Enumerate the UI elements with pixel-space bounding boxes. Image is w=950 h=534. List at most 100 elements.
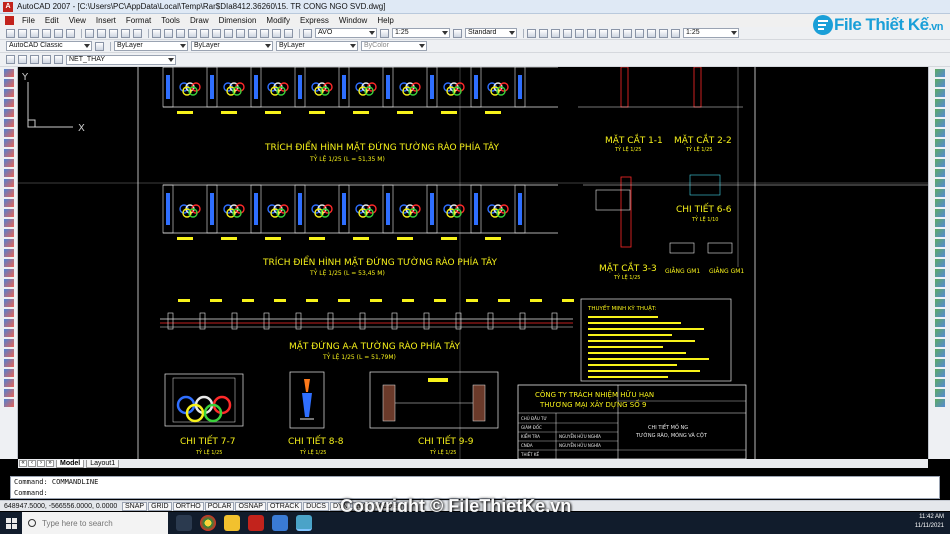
draw-tool-icon[interactable] [4,329,14,337]
next-tab-button[interactable]: › [37,460,45,467]
snap-toggle[interactable]: SNAP [122,501,148,511]
prev-tab-button[interactable]: ‹ [28,460,36,467]
modify-tool-icon[interactable] [935,269,945,277]
modify-tool-icon[interactable] [935,109,945,117]
menu-express[interactable]: Express [295,16,334,25]
modify-tool-icon[interactable] [935,279,945,287]
document-icon[interactable] [5,16,14,25]
draw-tool-icon[interactable] [4,209,14,217]
copy-icon[interactable] [97,28,106,38]
modify-tool-icon[interactable] [935,289,945,297]
workspace-select[interactable]: AutoCAD Classic [6,41,92,51]
draw-tool-icon[interactable] [4,109,14,117]
modify-tool-icon[interactable] [935,99,945,107]
color-select[interactable]: ByLayer [114,41,188,51]
diameter-dim-icon[interactable] [599,28,608,38]
draw-tool-icon[interactable] [4,289,14,297]
plot-icon[interactable] [42,28,51,38]
draw-tool-icon[interactable] [4,69,14,77]
polar-toggle[interactable]: POLAR [204,501,235,511]
modify-tool-icon[interactable] [935,149,945,157]
autocad-task-icon[interactable] [248,515,264,531]
annotation-scale-icon[interactable] [380,28,389,38]
menu-tools[interactable]: Tools [156,16,185,25]
draw-tool-icon[interactable] [4,339,14,347]
draw-tool-icon[interactable] [4,369,14,377]
modify-tool-icon[interactable] [935,389,945,397]
modify-tool-icon[interactable] [935,239,945,247]
layer-select[interactable]: NET_THAY [66,54,176,65]
modify-tool-icon[interactable] [935,189,945,197]
radius-dim-icon[interactable] [575,28,584,38]
modify-tool-icon[interactable] [935,299,945,307]
draw-tool-icon[interactable] [4,219,14,227]
search-input[interactable] [42,518,160,528]
draw-tool-icon[interactable] [4,189,14,197]
zoom-previous-icon[interactable] [212,28,221,38]
tab-model[interactable]: Model [56,459,85,468]
modify-tool-icon[interactable] [935,259,945,267]
redo-icon[interactable] [164,28,173,38]
drawing-canvas[interactable]: TRÍCH ĐIỂN HÌNH MẶT ĐỨNG TƯỜNG RÀO PHÍA … [18,67,928,459]
draw-tool-icon[interactable] [4,129,14,137]
layer-on-icon[interactable] [18,55,27,64]
modify-tool-icon[interactable] [935,69,945,77]
first-tab-button[interactable]: « [19,460,27,467]
pan-icon[interactable] [176,28,185,38]
draw-tool-icon[interactable] [4,299,14,307]
modify-tool-icon[interactable] [935,339,945,347]
ortho-toggle[interactable]: ORTHO [172,501,204,511]
save-icon[interactable] [30,28,39,38]
paste-icon[interactable] [109,28,118,38]
layer-lock-icon[interactable] [42,55,51,64]
modify-tool-icon[interactable] [935,169,945,177]
sheet-set-icon[interactable] [260,28,269,38]
modify-tool-icon[interactable] [935,369,945,377]
draw-tool-icon[interactable] [4,349,14,357]
dim-scale-select[interactable]: 1:25 [392,28,450,38]
modify-tool-icon[interactable] [935,309,945,317]
menu-window[interactable]: Window [334,16,372,25]
draw-tool-icon[interactable] [4,119,14,127]
draw-tool-icon[interactable] [4,319,14,327]
draw-tool-icon[interactable] [4,159,14,167]
match-properties-icon[interactable] [121,28,130,38]
calculator-icon[interactable] [284,28,293,38]
draw-tool-icon[interactable] [4,239,14,247]
properties-icon[interactable] [224,28,233,38]
draw-tool-icon[interactable] [4,379,14,387]
markup-icon[interactable] [272,28,281,38]
modify-tool-icon[interactable] [935,119,945,127]
file-explorer-icon[interactable] [224,515,240,531]
chrome-icon[interactable] [200,515,216,531]
modify-tool-icon[interactable] [935,139,945,147]
draw-tool-icon[interactable] [4,259,14,267]
modify-tool-icon[interactable] [935,129,945,137]
baseline-dim-icon[interactable] [635,28,644,38]
menu-help[interactable]: Help [372,16,398,25]
workspace-settings-icon[interactable] [95,41,104,51]
draw-tool-icon[interactable] [4,79,14,87]
menu-modify[interactable]: Modify [261,16,295,25]
menu-file[interactable]: File [17,16,40,25]
plot-preview-icon[interactable] [54,28,63,38]
cut-icon[interactable] [85,28,94,38]
otrack-toggle[interactable]: OTRACK [266,501,303,511]
linear-dim-icon[interactable] [527,28,536,38]
quick-dim-icon[interactable] [623,28,632,38]
text-style-icon[interactable] [303,28,312,38]
draw-tool-icon[interactable] [4,399,14,407]
dim-scale-select-right[interactable]: 1:25 [683,28,739,38]
design-center-icon[interactable] [236,28,245,38]
draw-tool-icon[interactable] [4,89,14,97]
modify-tool-icon[interactable] [935,319,945,327]
text-style-select[interactable]: AVO [315,28,377,38]
grid-toggle[interactable]: GRID [148,501,172,511]
modify-tool-icon[interactable] [935,399,945,407]
task-view-icon[interactable] [176,515,192,531]
tool-palettes-icon[interactable] [248,28,257,38]
menu-insert[interactable]: Insert [91,16,121,25]
draw-tool-icon[interactable] [4,359,14,367]
system-clock[interactable]: 11:42 AM 11/11/2021 [915,513,944,531]
menu-edit[interactable]: Edit [40,16,64,25]
